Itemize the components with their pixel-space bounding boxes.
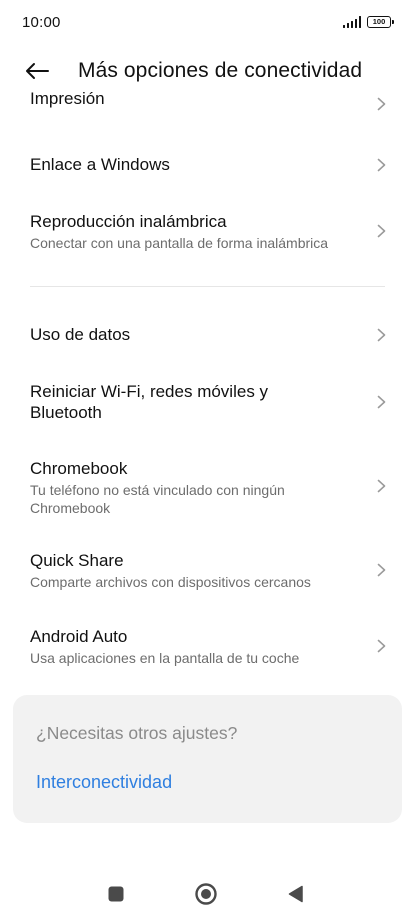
list-item-android-auto[interactable]: Android Auto Usa aplicaciones en la pant…	[0, 614, 415, 674]
chevron-right-icon	[375, 562, 387, 578]
circle-home-icon	[195, 883, 217, 905]
settings-list: Impresión Enlace a Windows Reproducción …	[0, 92, 415, 680]
item-subtitle: Comparte archivos con dispositivos cerca…	[30, 574, 311, 590]
settings-screen: 10:00 100 Más opciones de conectividad I…	[0, 0, 415, 923]
item-subtitle: Usa aplicaciones en la pantalla de tu co…	[30, 650, 300, 666]
chevron-right-icon	[375, 157, 387, 173]
interconectividad-link[interactable]: Interconectividad	[36, 772, 172, 793]
item-subtitle: Conectar con una pantalla de forma inalá…	[30, 235, 329, 251]
status-bar: 10:00 100	[0, 0, 415, 44]
item-title: Enlace a Windows	[30, 155, 170, 174]
item-title: Reproducción inalámbrica	[30, 212, 227, 231]
system-nav-bar	[0, 865, 415, 923]
status-time: 10:00	[22, 13, 61, 31]
item-title: Quick Share	[30, 551, 124, 570]
item-title: Uso de datos	[30, 325, 131, 344]
page-title: Más opciones de conectividad	[78, 59, 363, 82]
item-title: Reiniciar Wi-Fi, redes móviles y Bluetoo…	[30, 382, 269, 422]
list-item-chromebook[interactable]: Chromebook Tu teléfono no está vinculado…	[0, 446, 415, 522]
item-title: Impresión	[30, 92, 105, 108]
square-icon	[108, 886, 124, 902]
suggestion-card: ¿Necesitas otros ajustes? Interconectivi…	[13, 695, 402, 823]
chevron-right-icon	[375, 327, 387, 343]
back-button[interactable]	[24, 51, 64, 91]
signal-icon	[342, 16, 361, 28]
chevron-right-icon	[375, 638, 387, 654]
suggestion-question: ¿Necesitas otros ajustes?	[36, 723, 238, 743]
back-nav-button[interactable]	[284, 882, 308, 906]
app-header: Más opciones de conectividad	[0, 50, 415, 92]
item-title: Chromebook	[30, 459, 128, 478]
list-item-reiniciar-redes[interactable]: Reiniciar Wi-Fi, redes móviles y Bluetoo…	[0, 368, 415, 434]
triangle-back-icon	[288, 885, 303, 903]
chevron-right-icon	[375, 394, 387, 410]
list-item-impresion[interactable]: Impresión	[0, 92, 415, 122]
list-item-reproduccion-inalambrica[interactable]: Reproducción inalámbrica Conectar con un…	[0, 198, 415, 262]
item-title: Android Auto	[30, 627, 128, 646]
chevron-right-icon	[375, 478, 387, 494]
battery-icon: 100	[367, 16, 394, 28]
battery-level: 100	[372, 17, 386, 27]
item-subtitle: Tu teléfono no está vinculado con ningún…	[30, 482, 285, 516]
arrow-left-icon	[26, 63, 49, 79]
list-item-quick-share[interactable]: Quick Share Comparte archivos con dispos…	[0, 538, 415, 598]
section-divider	[30, 286, 385, 287]
status-icons: 100	[342, 16, 394, 28]
chevron-right-icon	[375, 223, 387, 239]
list-item-enlace-windows[interactable]: Enlace a Windows	[0, 142, 415, 186]
home-button[interactable]	[194, 882, 218, 906]
chevron-right-icon	[375, 96, 387, 112]
recents-button[interactable]	[104, 882, 128, 906]
list-item-uso-datos[interactable]: Uso de datos	[0, 312, 415, 356]
